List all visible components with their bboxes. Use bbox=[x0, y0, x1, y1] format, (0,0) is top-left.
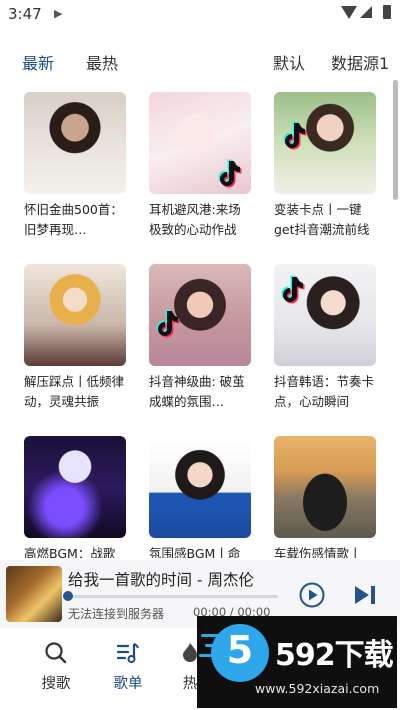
playlist-card[interactable]: 怀旧金曲500首：旧梦再现… bbox=[24, 92, 126, 240]
playlist-card[interactable]: 高燃BGM：战歌 bbox=[24, 436, 126, 558]
play-icon[interactable] bbox=[299, 582, 325, 608]
next-track-icon[interactable] bbox=[354, 585, 376, 605]
playlist-title: 高燃BGM：战歌 bbox=[24, 546, 116, 558]
playlist-card[interactable]: 耳机避风港:来场极致的心动作战 bbox=[149, 92, 251, 240]
tiktok-icon bbox=[156, 309, 180, 338]
watermark-logo-mark: 5 bbox=[226, 628, 254, 672]
now-playing-cover[interactable] bbox=[6, 566, 62, 622]
playlist-title: 氛围感BGM丨命 bbox=[149, 546, 241, 558]
playlist-title: 怀旧金曲500首：旧梦再现… bbox=[24, 202, 123, 237]
progress-track[interactable] bbox=[66, 595, 278, 598]
watermark-brand: 592下载 bbox=[275, 638, 394, 673]
signal-icon bbox=[360, 6, 372, 18]
tiktok-icon bbox=[218, 159, 242, 188]
tiktok-icon bbox=[283, 121, 307, 150]
status-bar: 3:47 ▶ bbox=[0, 0, 400, 28]
playlist-card[interactable]: 车载伤感情歌丨 bbox=[274, 436, 376, 558]
playlist-grid: 怀旧金曲500首：旧梦再现… 耳机避风港:来场极致的心动作战 变装卡点丨一键ge… bbox=[0, 90, 400, 558]
playlist-cover bbox=[149, 436, 251, 538]
tiktok-icon bbox=[281, 275, 305, 304]
now-playing-title: 给我一首歌的时间 - 周杰伦 bbox=[68, 571, 254, 589]
playlist-cover bbox=[24, 92, 126, 194]
tab-hottest[interactable]: 最热 bbox=[86, 50, 118, 74]
nav-playlist-label: 歌单 bbox=[113, 676, 143, 692]
playlist-card[interactable]: 氛围感BGM丨命 bbox=[149, 436, 251, 558]
playlist-cover bbox=[274, 436, 376, 538]
playlist-title: 解压踩点丨低频律动，灵魂共振 bbox=[24, 374, 125, 409]
playlist-card[interactable]: 抖音神级曲: 破茧成蝶的氛围… bbox=[149, 264, 251, 412]
playlist-title: 耳机避风港:来场极致的心动作战 bbox=[149, 202, 241, 237]
playlist-cover bbox=[274, 92, 376, 194]
playlist-card[interactable]: 解压踩点丨低频律动，灵魂共振 bbox=[24, 264, 126, 412]
site-watermark: 5 592下载 www.592xiazai.com bbox=[197, 616, 397, 708]
sort-default[interactable]: 默认 bbox=[273, 50, 305, 74]
wifi-icon bbox=[341, 6, 357, 19]
playlist-card[interactable]: 变装卡点丨一键get抖音潮流前线 bbox=[274, 92, 376, 240]
progress-thumb[interactable] bbox=[63, 591, 73, 601]
playlist-title: 抖音神级曲: 破茧成蝶的氛围… bbox=[149, 374, 245, 409]
media-playing-icon: ▶ bbox=[54, 7, 63, 20]
search-icon bbox=[45, 642, 67, 664]
playlist-cover bbox=[149, 264, 251, 366]
error-message: 无法连接到服务器 bbox=[68, 607, 165, 621]
playlist-title: 车载伤感情歌丨 bbox=[274, 546, 362, 558]
watermark-url: www.592xiazai.com bbox=[255, 681, 380, 696]
playlist-music-icon bbox=[116, 643, 139, 663]
playlist-cover bbox=[24, 264, 126, 366]
nav-playlist[interactable]: 歌单 bbox=[98, 640, 158, 693]
nav-search[interactable]: 搜歌 bbox=[26, 640, 86, 693]
nav-search-label: 搜歌 bbox=[41, 676, 71, 692]
tab-latest[interactable]: 最新 bbox=[22, 50, 54, 74]
playlist-card[interactable]: 抖音韩语：节奏卡点，心动瞬间 bbox=[274, 264, 376, 412]
playlist-title: 抖音韩语：节奏卡点，心动瞬间 bbox=[274, 374, 375, 409]
status-time: 3:47 bbox=[8, 5, 42, 23]
playlist-cover bbox=[24, 436, 126, 538]
playlist-cover bbox=[149, 92, 251, 194]
playlist-cover bbox=[274, 264, 376, 366]
data-source-selector[interactable]: 数据源1 bbox=[331, 50, 389, 74]
playlist-title: 变装卡点丨一键get抖音潮流前线 bbox=[274, 202, 370, 237]
filter-tabs: 最新 最热 默认 数据源1 bbox=[0, 44, 400, 76]
battery-icon bbox=[383, 5, 391, 19]
